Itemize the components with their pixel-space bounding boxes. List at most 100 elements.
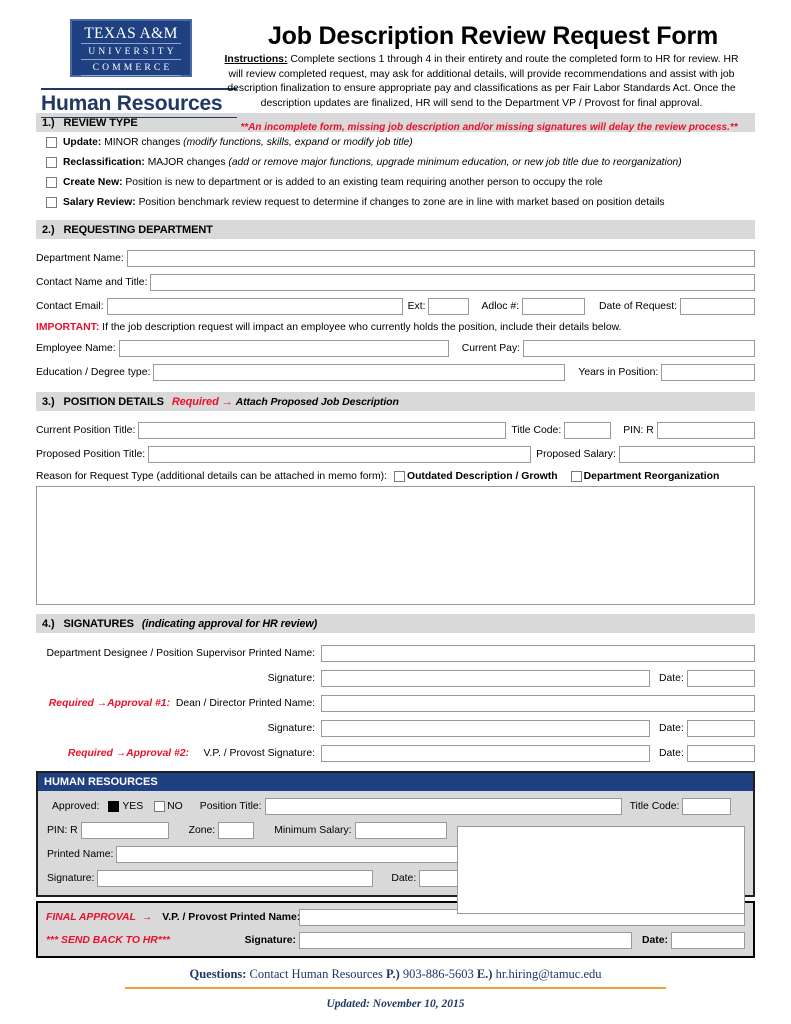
hr-title-code-input[interactable]	[682, 798, 732, 815]
logo-line-university: UNIVERSITY	[88, 46, 177, 57]
approval-2-row-label: Required →Approval #2: V.P. / Provost Si…	[36, 748, 318, 759]
footer-phone-label: P.)	[385, 967, 400, 981]
dean-date-label: Date:	[659, 723, 684, 734]
final-approval-arrow-icon: →	[141, 912, 153, 923]
proposed-salary-input[interactable]	[618, 446, 755, 463]
employee-name-input[interactable]	[118, 340, 449, 357]
footer-questions-text: Contact Human Resources	[246, 967, 386, 981]
hr-signature-input[interactable]	[97, 870, 374, 887]
designee-printed-name-label: Department Designee / Position Superviso…	[46, 648, 315, 659]
final-signature-label: Signature:	[244, 935, 296, 946]
option-create-new-name: Create New:	[63, 177, 123, 188]
option-update-desc: MINOR changes	[101, 137, 184, 148]
footer-questions-line: Questions: Contact Human Resources P.) 9…	[36, 967, 755, 982]
footer-phone: 903-886-5603	[399, 967, 477, 981]
hr-zone-label: Zone:	[188, 825, 216, 836]
checkbox-approved-yes-icon[interactable]	[108, 801, 120, 812]
hr-printed-name-input[interactable]	[116, 846, 469, 863]
years-in-position-input[interactable]	[661, 364, 755, 381]
hr-minimum-salary-input[interactable]	[354, 822, 447, 839]
signature-row-vp-provost: Required →Approval #2: V.P. / Provost Si…	[36, 745, 755, 762]
logo-divider-top	[81, 43, 181, 44]
contact-name-input[interactable]	[150, 274, 755, 291]
hr-pin-label: PIN: R	[47, 825, 78, 836]
checkbox-outdated-description-icon[interactable]	[393, 471, 405, 482]
section-4-title: SIGNATURES	[63, 617, 134, 630]
hr-position-title-input[interactable]	[264, 798, 622, 815]
proposed-position-title-input[interactable]	[148, 446, 532, 463]
date-of-request-label: Date of Request:	[599, 301, 678, 312]
section-3-required: Required	[171, 395, 219, 408]
review-type-option-salary-review[interactable]: Salary Review: Position benchmark review…	[36, 193, 755, 212]
footer-email-label: E.)	[476, 967, 493, 981]
department-name-input[interactable]	[126, 250, 755, 267]
designee-signature-label: Signature:	[267, 673, 315, 684]
education-input[interactable]	[153, 364, 566, 381]
hr-approved-no-label: NO	[167, 801, 183, 812]
final-signature-input[interactable]	[299, 932, 632, 949]
department-name-row: Department Name:	[36, 250, 755, 267]
checkbox-reclassification-icon[interactable]	[46, 157, 57, 168]
dean-date-input[interactable]	[686, 720, 755, 737]
contact-name-label: Contact Name and Title:	[36, 277, 148, 288]
footer-email[interactable]: hr.hiring@tamuc.edu	[492, 967, 602, 981]
tamuc-logo: TEXAS A&M UNIVERSITY COMMERCE	[70, 19, 192, 77]
final-vp-printed-name-label: V.P. / Provost Printed Name:	[162, 912, 301, 923]
section-3-title: POSITION DETAILS	[63, 395, 164, 408]
title-code-input[interactable]	[564, 422, 612, 439]
dean-signature-input[interactable]	[321, 720, 650, 737]
adloc-label: Adloc #:	[481, 301, 520, 312]
pin-input[interactable]	[656, 422, 755, 439]
checkbox-salary-review-icon[interactable]	[46, 197, 57, 208]
approval-1-row-label: Required →Approval #1: Dean / Director P…	[36, 698, 318, 709]
form-footer: Questions: Contact Human Resources P.) 9…	[36, 967, 755, 1010]
approval-2-prefix: Required →Approval #2:	[67, 748, 190, 759]
dean-printed-name-input[interactable]	[321, 695, 755, 712]
adloc-input[interactable]	[522, 298, 586, 315]
arrow-right-icon: →	[221, 395, 233, 408]
checkbox-department-reorg-icon[interactable]	[570, 471, 582, 482]
ext-input[interactable]	[428, 298, 470, 315]
designee-date-input[interactable]	[686, 670, 755, 687]
final-date-label: Date:	[642, 935, 668, 946]
final-date-input[interactable]	[670, 932, 745, 949]
checkbox-update-icon[interactable]	[46, 137, 57, 148]
option-salary-review-desc: Position benchmark review request to det…	[135, 197, 665, 208]
checkbox-approved-no-icon[interactable]	[154, 801, 166, 812]
review-type-option-create-new[interactable]: Create New: Position is new to departmen…	[36, 173, 755, 192]
final-approval-signature-row: *** SEND BACK TO HR*** Signature: Date:	[46, 932, 745, 949]
hr-approved-label: Approved:	[52, 801, 100, 812]
section-3-attach-note: Attach Proposed Job Description	[235, 395, 399, 408]
option-update-italic: (modify functions, skills, expand or mod…	[183, 137, 413, 148]
section-3-number: 3.)	[42, 395, 55, 408]
vp-provost-date-input[interactable]	[686, 745, 755, 762]
option-reclassification-name: Reclassification:	[63, 157, 145, 168]
checkbox-create-new-icon[interactable]	[46, 177, 57, 188]
current-pay-input[interactable]	[523, 340, 755, 357]
hr-notes-textarea[interactable]	[457, 826, 745, 914]
designee-printed-name-input[interactable]	[321, 645, 755, 662]
option-create-new-desc: Position is new to department or is adde…	[122, 177, 603, 188]
option-update-name: Update:	[63, 137, 102, 148]
years-in-position-label: Years in Position:	[578, 367, 659, 378]
date-of-request-input[interactable]	[680, 298, 755, 315]
contact-email-input[interactable]	[106, 298, 403, 315]
reason-details-textarea[interactable]	[36, 486, 755, 605]
hr-title-code-label: Title Code:	[629, 801, 680, 812]
review-type-option-update[interactable]: Update: MINOR changes (modify functions,…	[36, 133, 755, 152]
approval-1-prefix: Required →Approval #1:	[48, 698, 171, 709]
instructions-paragraph: Instructions: Complete sections 1 throug…	[216, 53, 747, 111]
hr-pin-input[interactable]	[80, 822, 169, 839]
page-title: Job Description Review Request Form	[267, 22, 719, 50]
reason-for-request-label: Reason for Request Type (additional deta…	[36, 471, 387, 482]
pin-label: PIN: R	[623, 425, 654, 436]
reason-option-outdated-label: Outdated Description / Growth	[406, 471, 558, 482]
review-type-option-reclassification[interactable]: Reclassification: MAJOR changes (add or …	[36, 153, 755, 172]
important-notice: IMPORTANT: If the job description reques…	[36, 322, 755, 333]
current-position-title-input[interactable]	[138, 422, 507, 439]
hr-zone-input[interactable]	[218, 822, 255, 839]
proposed-position-title-label: Proposed Position Title:	[36, 449, 146, 460]
designee-signature-input[interactable]	[321, 670, 650, 687]
vp-provost-signature-input[interactable]	[321, 745, 650, 762]
section-2-header: 2.) REQUESTING DEPARTMENT	[36, 220, 755, 239]
